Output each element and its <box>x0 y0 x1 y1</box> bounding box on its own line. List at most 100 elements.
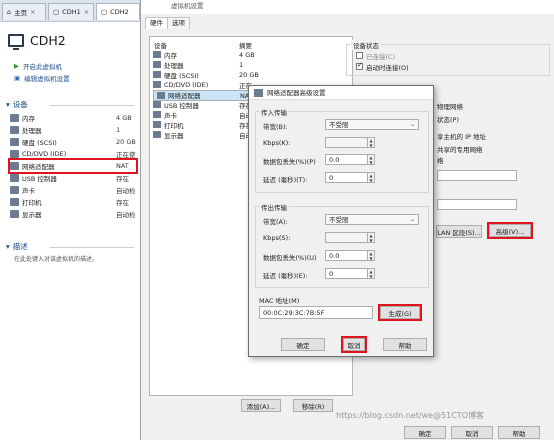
close-icon[interactable]: × <box>84 8 89 16</box>
device-name: 硬盘 (SCSI) <box>164 71 199 80</box>
bandwidth-label: 带宽(B): <box>263 123 288 131</box>
incoming-packet-loss-spinner[interactable]: 0.0 ▲ ▼ <box>325 154 375 165</box>
display-icon <box>153 131 161 138</box>
device-value: 自动检 <box>116 187 136 195</box>
device-list-row-memory[interactable]: 内存 4 GB <box>153 50 349 60</box>
device-name: 硬盘 (SCSI) <box>22 139 57 147</box>
vm-library-panel: ⌂ 主页 × ▢ CDH1 × ▢ CDH2 CDH2 ▶ 开启此虚拟机 ▣ 编… <box>0 0 140 440</box>
connected-checkbox[interactable]: 已连接(C) <box>356 51 395 61</box>
device-name: 声卡 <box>164 111 177 120</box>
settings-icon: ▣ <box>14 74 21 82</box>
summary-column-header: 摘要 <box>239 42 252 50</box>
help-button[interactable]: 帮助 <box>498 426 540 439</box>
device-value: 正在使 <box>116 151 136 159</box>
add-device-button[interactable]: 添加(A)... <box>241 399 281 412</box>
device-column-header: 设备 <box>154 42 167 50</box>
spinner-arrows-icon[interactable]: ▲ ▼ <box>367 268 375 279</box>
outgoing-packet-loss-spinner[interactable]: 0.0 ▲ ▼ <box>325 250 375 261</box>
generate-mac-button[interactable]: 生成(G) <box>378 304 422 321</box>
device-row-usb-controller[interactable]: USB 控制器 存在 <box>10 172 136 184</box>
spinner-arrows-icon[interactable]: ▲ ▼ <box>367 154 375 165</box>
processor-icon <box>153 61 161 68</box>
device-row-processor[interactable]: 处理器 1 <box>10 124 136 136</box>
tab-cdh2[interactable]: ▢ CDH2 <box>96 3 140 20</box>
spinner-arrows-icon[interactable]: ▲ ▼ <box>367 172 375 183</box>
device-list-row-hard-disk[interactable]: 硬盘 (SCSI) 20 GB <box>153 70 349 80</box>
network-dropdown[interactable] <box>437 199 517 210</box>
connect-on-start-checkbox[interactable]: 启动时连接(O) <box>356 61 409 72</box>
packet-loss-label: 数据包丢失(%)(U) <box>263 254 317 262</box>
incoming-bandwidth-select[interactable]: 不受限 ⌄ <box>325 119 419 130</box>
device-summary: 4 GB <box>239 50 255 59</box>
description-text[interactable]: 在此处键入对该虚拟机的描述。 <box>14 254 98 263</box>
device-name: CD/DVD (IDE) <box>164 80 209 89</box>
network-adapter-advanced-dialog: 网络适配器高级设置 传入传输 带宽(B): 不受限 ⌄ Kbps(K): ▲ ▼ 数… <box>248 85 434 357</box>
device-value: 4 GB <box>116 114 132 122</box>
vm-icon: ▢ <box>53 8 60 16</box>
remove-device-button[interactable]: 移除(R) <box>293 399 333 412</box>
device-status-title: 设备状态 <box>351 40 381 50</box>
device-row-cd-dvd[interactable]: CD/DVD (IDE) 正在使 <box>10 148 136 160</box>
help-button[interactable]: 帮助 <box>383 338 427 351</box>
outgoing-bandwidth-select[interactable]: 不受限 ⌄ <box>325 214 419 225</box>
device-summary: 1 <box>239 60 244 69</box>
vm-title: CDH2 <box>8 33 66 50</box>
description-section-header[interactable]: ▾ 描述 <box>6 241 140 252</box>
spinner-arrows-icon[interactable]: ▲ ▼ <box>367 232 375 243</box>
device-name: 声卡 <box>22 187 35 195</box>
device-name: 打印机 <box>22 199 42 207</box>
power-on-link[interactable]: ▶ 开启此虚拟机 <box>14 61 62 71</box>
cancel-button[interactable]: 取消 <box>341 336 367 353</box>
mac-address-field[interactable]: 00:0C:29:3C:7B:5F <box>259 306 373 319</box>
lan-segments-button[interactable]: LAN 区段(S)... <box>436 225 482 238</box>
device-name: 网络适配器 <box>22 163 55 171</box>
edit-settings-link[interactable]: ▣ 编辑虚拟机设置 <box>14 73 70 83</box>
network-dropdown[interactable] <box>437 170 517 181</box>
incoming-latency-spinner[interactable]: 0 ▲ ▼ <box>325 172 375 183</box>
ok-button[interactable]: 确定 <box>281 338 325 351</box>
devices-section-header[interactable]: ▾ 设备 <box>6 99 140 110</box>
incoming-kbps-spinner[interactable]: ▲ ▼ <box>325 137 375 148</box>
device-value: 20 GB <box>116 138 136 146</box>
tab-options[interactable]: 选项 <box>167 17 190 29</box>
device-row-hard-disk[interactable]: 硬盘 (SCSI) 20 GB <box>10 136 136 148</box>
chevron-down-icon: ⌄ <box>409 216 415 223</box>
device-row-memory[interactable]: 内存 4 GB <box>10 112 136 124</box>
device-name: 显示器 <box>22 211 42 219</box>
device-value: 1 <box>116 126 121 134</box>
spinner-arrows-icon[interactable]: ▲ ▼ <box>367 137 375 148</box>
device-row-display[interactable]: 显示器 自动检 <box>10 208 136 220</box>
close-icon[interactable]: × <box>30 8 35 16</box>
tab-cdh1[interactable]: ▢ CDH1 × <box>48 3 94 20</box>
display-icon <box>10 210 19 218</box>
device-name: 打印机 <box>164 121 184 130</box>
tab-hardware[interactable]: 硬件 <box>145 17 168 29</box>
chevron-down-icon: ▾ <box>6 242 10 251</box>
checkbox-icon <box>356 52 363 59</box>
network-adapter-icon <box>10 162 19 170</box>
device-row-printer[interactable]: 打印机 存在 <box>10 196 136 208</box>
device-row-network-adapter[interactable]: 网络适配器 NAT <box>8 158 138 174</box>
device-list-row-processor[interactable]: 处理器 1 <box>153 60 349 70</box>
chevron-down-icon: ▾ <box>6 100 10 109</box>
spinner-arrows-icon[interactable]: ▲ ▼ <box>367 250 375 261</box>
tab-home[interactable]: ⌂ 主页 × <box>2 3 46 20</box>
advanced-button[interactable]: 高级(V)... <box>487 222 533 239</box>
home-icon: ⌂ <box>7 8 12 16</box>
outgoing-latency-spinner[interactable]: 0 ▲ ▼ <box>325 268 375 279</box>
dialog-title: 网络适配器高级设置 <box>249 86 433 100</box>
network-adapter-icon <box>254 89 263 97</box>
hard-disk-icon <box>153 71 161 78</box>
device-name: CD/DVD (IDE) <box>22 150 67 158</box>
outgoing-kbps-spinner[interactable]: ▲ ▼ <box>325 232 375 243</box>
checkbox-checked-icon <box>356 61 363 70</box>
device-row-sound-card[interactable]: 声卡 自动检 <box>10 184 136 196</box>
cancel-button[interactable]: 取消 <box>451 426 493 439</box>
ok-button[interactable]: 确定 <box>404 426 446 439</box>
network-adapter-icon <box>157 92 165 99</box>
device-value: NAT <box>116 162 129 170</box>
tab-bar: ⌂ 主页 × ▢ CDH1 × ▢ CDH2 <box>0 0 140 22</box>
network-option-text: 共享的专用网络 <box>437 146 483 154</box>
device-value: 存在 <box>116 199 129 207</box>
sound-card-icon <box>153 111 161 118</box>
